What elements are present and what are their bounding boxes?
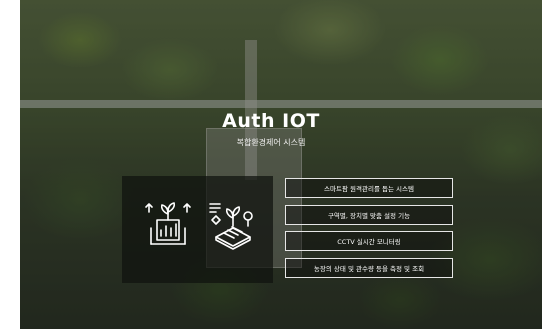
smart-farm-icon [209,203,253,250]
page-subtitle: 복합환경제어 시스템 [236,138,306,147]
hero-overlay [20,0,542,329]
page-title: Auth IOT [222,110,320,132]
feature-remote-management[interactable]: 스마트팜 원격관리를 돕는 시스템 [285,178,453,198]
feature-cctv-monitoring[interactable]: CCTV 실시간 모니터링 [285,231,453,251]
feature-farm-status[interactable]: 농장의 상태 및 관수량 등을 측정 및 조회 [285,258,453,278]
hero-background [20,0,542,329]
growth-chart-icon [145,202,191,245]
feature-zone-settings[interactable]: 구역별, 장치별 맞춤 설정 기능 [285,205,453,225]
